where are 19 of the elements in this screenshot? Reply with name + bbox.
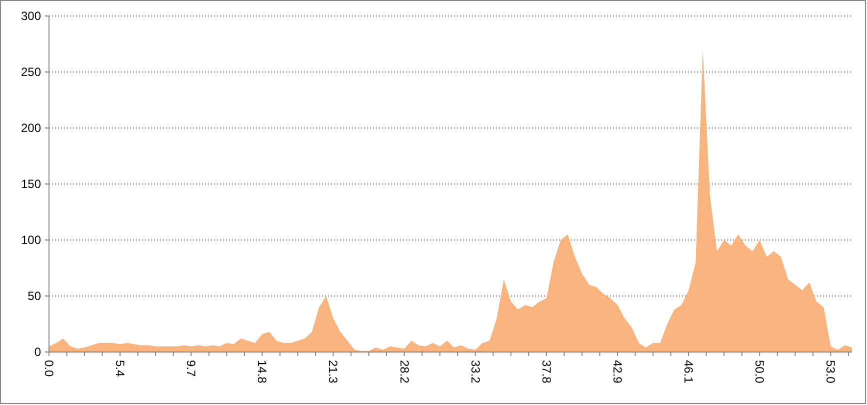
- x-tick-label: 46.1: [682, 360, 696, 384]
- y-tick-label: 0: [34, 345, 41, 359]
- x-tick-label: 50.0: [752, 360, 767, 384]
- x-tick-label: 5.4: [113, 360, 128, 377]
- y-tick-label: 100: [20, 233, 41, 247]
- y-tick-label: 200: [20, 121, 41, 135]
- x-tick-label: 53.0: [824, 360, 838, 384]
- x-tick-label: 0.0: [42, 360, 56, 377]
- x-tick-label: 21.3: [326, 360, 340, 384]
- y-tick-label: 300: [20, 9, 41, 23]
- x-tick-label: 9.7: [184, 360, 198, 377]
- x-tick-label: 14.8: [255, 360, 270, 384]
- y-tick-label: 150: [20, 177, 41, 191]
- x-tick-label: 33.2: [468, 360, 482, 384]
- y-tick-label: 250: [20, 65, 41, 79]
- x-tick-label: 37.8: [539, 360, 554, 384]
- y-tick-label: 50: [28, 289, 41, 303]
- x-tick-label: 42.9: [610, 360, 624, 384]
- x-tick-label: 28.2: [397, 360, 412, 384]
